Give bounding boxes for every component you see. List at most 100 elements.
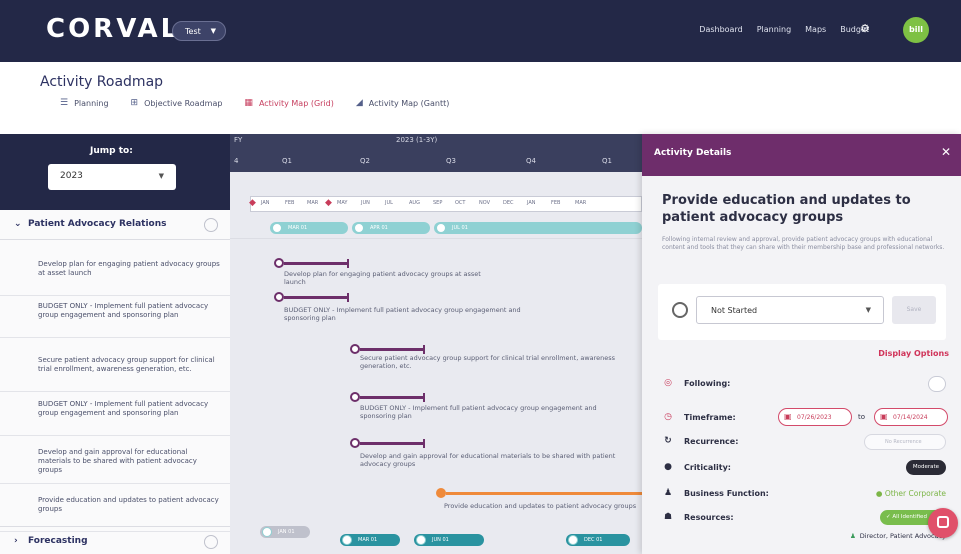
milestone-pill[interactable]: DEC 01	[566, 534, 630, 546]
group-toggle[interactable]	[204, 218, 218, 232]
milestone-dot	[342, 535, 352, 545]
activity-bar-label: BUDGET ONLY - Implement full patient adv…	[360, 404, 597, 420]
activity-bar[interactable]	[446, 492, 642, 495]
chat-icon[interactable]	[928, 508, 958, 538]
recurrence-chip[interactable]: No Recurrence	[864, 434, 946, 450]
chevron-down-icon: ▼	[158, 172, 164, 180]
page-header: Activity Roadmap ☰ Planning ⊞ Objective …	[0, 62, 961, 134]
milestone-dot	[354, 223, 364, 233]
list-item[interactable]: Secure patient advocacy group support fo…	[0, 350, 230, 392]
page-title: Activity Roadmap	[40, 74, 164, 90]
objective-icon: ⊞	[130, 98, 139, 108]
clock-icon: ◷	[664, 412, 672, 422]
resources-chip-label: All Identified	[892, 514, 927, 520]
milestone-label: APR 01	[370, 225, 388, 231]
field-label: Criticality:	[684, 463, 731, 472]
activity-bar-start[interactable]	[274, 258, 284, 268]
list-item[interactable]: Develop and gain approval for educationa…	[0, 442, 230, 484]
milestone-pill[interactable]: APR 01	[352, 222, 430, 234]
activity-bar[interactable]	[284, 262, 348, 265]
milestone-pill[interactable]: JUN 01	[414, 534, 484, 546]
activity-bar[interactable]	[360, 396, 424, 399]
milestone-dot	[436, 223, 446, 233]
quarter-label: Q2	[360, 157, 370, 165]
status-radio[interactable]	[672, 302, 688, 318]
fiscal-year-row: FY 2023 (1-3Y)	[230, 134, 642, 148]
group-patient-advocacy[interactable]: ⌄ Patient Advocacy Relations	[0, 210, 230, 240]
corval-logo[interactable]: CORVAL	[46, 14, 180, 44]
end-date-chip[interactable]: ▣ 07/14/2024	[874, 408, 948, 426]
nav-dashboard[interactable]: Dashboard	[699, 25, 742, 34]
eye-icon: ◎	[664, 378, 672, 388]
tab-activity-map-gantt[interactable]: ◢ Activity Map (Gantt)	[356, 98, 450, 108]
field-timeframe: ◷ Timeframe: ▣ 07/26/2023 to ▣ 07/14/2024	[662, 408, 952, 430]
status-select[interactable]: Not Started ▼	[696, 296, 884, 324]
tab-objective-roadmap[interactable]: ⊞ Objective Roadmap	[131, 98, 223, 108]
activity-bar-label: Provide education and updates to patient…	[444, 502, 637, 510]
tab-planning[interactable]: ☰ Planning	[60, 98, 109, 108]
field-label: Business Function:	[684, 489, 769, 498]
list-item[interactable]: BUDGET ONLY - Implement full patient adv…	[0, 296, 230, 338]
display-options-link[interactable]: Display Options	[878, 349, 949, 358]
tab-activity-map-grid[interactable]: ▦ Activity Map (Grid)	[244, 98, 333, 108]
activity-bar-start[interactable]	[274, 292, 284, 302]
milestone-dot	[262, 527, 272, 537]
flag-icon: ◆	[325, 198, 332, 208]
gantt-icon: ◢	[355, 98, 363, 108]
month-label: MAR	[575, 200, 587, 206]
activity-bar-start[interactable]	[436, 488, 446, 498]
group-forecasting[interactable]: › Forecasting	[0, 526, 230, 554]
field-label: Resources:	[684, 513, 734, 522]
activity-bar-label: Develop and gain approval for educationa…	[360, 452, 616, 468]
month-label: OCT	[455, 200, 466, 206]
chevron-down-icon: ▼	[865, 306, 871, 314]
timeframe-to: to	[858, 413, 866, 421]
activity-description: Following internal review and approval, …	[662, 236, 945, 251]
nav-maps[interactable]: Maps	[805, 25, 826, 34]
activity-bar[interactable]	[284, 296, 348, 299]
person-icon: ♟	[663, 488, 673, 498]
user-avatar[interactable]: bill	[903, 17, 929, 43]
milestone-pill[interactable]: JUL 01	[434, 222, 642, 234]
chevron-down-icon: ⌄	[14, 219, 22, 229]
list-item[interactable]: BUDGET ONLY - Implement full patient adv…	[0, 394, 230, 436]
timeline-grid[interactable]: ◆ JAN FEB MAR ◆ MAY JUN JUL AUG SEP OCT …	[230, 172, 642, 554]
chevron-right-icon: ›	[14, 536, 18, 546]
status-value: Not Started	[711, 306, 758, 315]
month-label: MAR	[307, 200, 319, 206]
activity-bar-start[interactable]	[350, 438, 360, 448]
activity-bar-start[interactable]	[350, 392, 360, 402]
quarter-label: Q1	[602, 157, 612, 165]
tab-label: Objective Roadmap	[144, 98, 223, 108]
details-header: Activity Details ✕	[642, 134, 961, 176]
milestone-label: JUN 01	[432, 537, 449, 543]
criticality-badge[interactable]: Moderate	[906, 460, 946, 475]
close-icon[interactable]: ✕	[941, 145, 951, 159]
tab-label: Activity Map (Grid)	[258, 98, 334, 108]
list-item[interactable]: Develop plan for engaging patient advoca…	[0, 254, 230, 296]
activity-bar[interactable]	[360, 442, 424, 445]
jump-to-select[interactable]: 2023 ▼	[48, 164, 176, 190]
activity-bar-label: BUDGET ONLY - Implement full patient adv…	[284, 306, 521, 322]
nav-planning[interactable]: Planning	[757, 25, 791, 34]
activity-bar[interactable]	[360, 348, 424, 351]
group-toggle[interactable]	[204, 535, 218, 549]
field-following: ◎ Following:	[662, 374, 952, 396]
fy-label: 2023 (1-3Y)	[396, 136, 438, 144]
activity-bar-start[interactable]	[350, 344, 360, 354]
milestone-dot	[416, 535, 426, 545]
field-resources: ☗ Resources: ✓ All Identified ♟ Director,…	[662, 508, 952, 554]
tab-label: Planning	[74, 98, 109, 108]
follow-toggle[interactable]	[928, 376, 946, 392]
milestone-pill[interactable]: MAR 01	[340, 534, 400, 546]
calendar-icon: ▣	[880, 412, 888, 421]
start-date: 07/26/2023	[797, 414, 832, 421]
flag-icon: ◆	[249, 198, 256, 208]
business-function-value[interactable]: ● Other Corporate	[876, 489, 946, 498]
start-date-chip[interactable]: ▣ 07/26/2023	[778, 408, 852, 426]
milestone-pill[interactable]: MAR 01	[270, 222, 348, 234]
gear-icon[interactable]: ⚙	[858, 22, 872, 36]
environment-selector[interactable]: Test ▼	[172, 21, 226, 41]
milestone-pill[interactable]: JAN 01	[260, 526, 310, 538]
save-button[interactable]: Save	[892, 296, 936, 324]
